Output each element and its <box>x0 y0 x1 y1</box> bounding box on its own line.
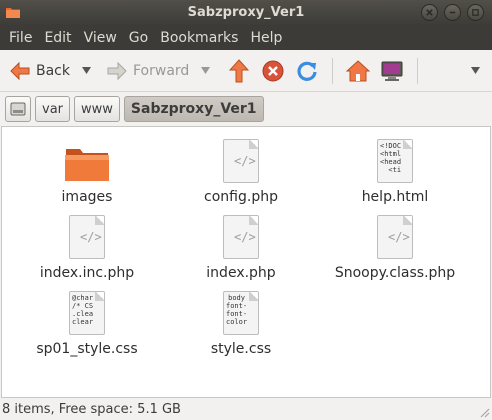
dropdown-arrow-icon <box>81 67 91 74</box>
computer-button[interactable] <box>377 56 407 86</box>
menu-help[interactable]: Help <box>245 30 287 46</box>
file-name: Snoopy.class.php <box>334 265 456 281</box>
back-arrow-icon <box>10 61 30 80</box>
breadcrumb-current[interactable]: Sabzproxy_Ver1 <box>123 96 264 122</box>
back-label: Back <box>36 62 70 79</box>
back-history-dropdown[interactable] <box>79 56 93 86</box>
breadcrumb: var www Sabzproxy_Ver1 <box>0 92 492 126</box>
resize-grip-icon[interactable] <box>478 406 490 418</box>
folder-icon <box>65 149 109 181</box>
forward-button[interactable]: Forward <box>103 56 192 86</box>
forward-arrow-icon <box>107 61 127 80</box>
stop-button[interactable] <box>258 56 288 86</box>
file-item-style-css[interactable]: body font- font- color style.css <box>176 291 306 357</box>
breadcrumb-var[interactable]: var <box>35 96 71 122</box>
file-name: help.html <box>361 189 429 205</box>
file-name: sp01_style.css <box>36 341 138 357</box>
file-item-help-html[interactable]: <!DOC <html <head <ti help.html <box>330 139 460 205</box>
up-button[interactable] <box>224 56 254 86</box>
code-file-icon: </> <box>223 139 259 183</box>
code-file-icon: </> <box>223 215 259 259</box>
file-item-snoopy-class-php[interactable]: </> Snoopy.class.php <box>330 215 460 281</box>
home-icon <box>346 59 371 81</box>
html-file-icon: <!DOC <html <head <ti <box>377 139 413 183</box>
menu-bar: File Edit View Go Bookmarks Help <box>0 26 492 50</box>
status-bar: 8 items, Free space: 5.1 GB <box>0 398 492 420</box>
file-name: style.css <box>210 341 272 357</box>
menu-bookmarks[interactable]: Bookmarks <box>155 30 243 46</box>
file-name: index.inc.php <box>39 265 135 281</box>
toolbar: Back Forward <box>0 50 492 92</box>
file-item-sp01-style-css[interactable]: @char /* CS .clea clear sp01_style.css <box>22 291 152 357</box>
file-item-images[interactable]: images <box>22 139 152 205</box>
dropdown-arrow-icon <box>200 67 210 74</box>
home-button[interactable] <box>343 56 373 86</box>
file-item-config-php[interactable]: </> config.php <box>176 139 306 205</box>
css-file-icon: @char /* CS .clea clear <box>69 291 105 335</box>
computer-icon <box>381 61 403 81</box>
title-bar[interactable]: Sabzproxy_Ver1 <box>0 0 492 26</box>
breadcrumb-www[interactable]: www <box>74 96 120 122</box>
code-file-icon: </> <box>69 215 105 259</box>
window-title: Sabzproxy_Ver1 <box>187 5 305 20</box>
toolbar-separator <box>417 57 419 84</box>
code-file-icon: </> <box>377 215 413 259</box>
file-item-index-inc-php[interactable]: </> index.inc.php <box>22 215 152 281</box>
menu-file[interactable]: File <box>4 30 37 46</box>
up-arrow-icon <box>229 58 250 82</box>
forward-label: Forward <box>133 62 190 79</box>
file-name: config.php <box>204 189 278 205</box>
menu-go[interactable]: Go <box>124 30 153 46</box>
file-name: index.php <box>206 265 276 281</box>
drive-icon <box>10 102 26 116</box>
file-view[interactable]: images </> config.php <!DOC <html <head … <box>1 126 491 398</box>
file-item-index-php[interactable]: </> index.php <box>176 215 306 281</box>
dropdown-arrow-icon <box>470 67 480 74</box>
file-manager-window: Sabzproxy_Ver1 File Edit View Go Bookmar… <box>0 0 492 420</box>
toolbar-separator <box>332 57 334 84</box>
menu-edit[interactable]: Edit <box>39 30 76 46</box>
file-name: images <box>61 189 113 205</box>
back-button[interactable]: Back <box>6 56 73 86</box>
css-file-icon: body font- font- color <box>223 291 259 335</box>
reload-button[interactable] <box>292 56 322 86</box>
reload-icon <box>297 61 317 81</box>
stop-icon <box>262 60 284 81</box>
toolbar-overflow-dropdown[interactable] <box>468 56 482 86</box>
status-text: 8 items, Free space: 5.1 GB <box>2 401 181 417</box>
menu-view[interactable]: View <box>79 30 122 46</box>
breadcrumb-filesystem[interactable] <box>5 96 31 122</box>
forward-history-dropdown[interactable] <box>198 56 212 86</box>
